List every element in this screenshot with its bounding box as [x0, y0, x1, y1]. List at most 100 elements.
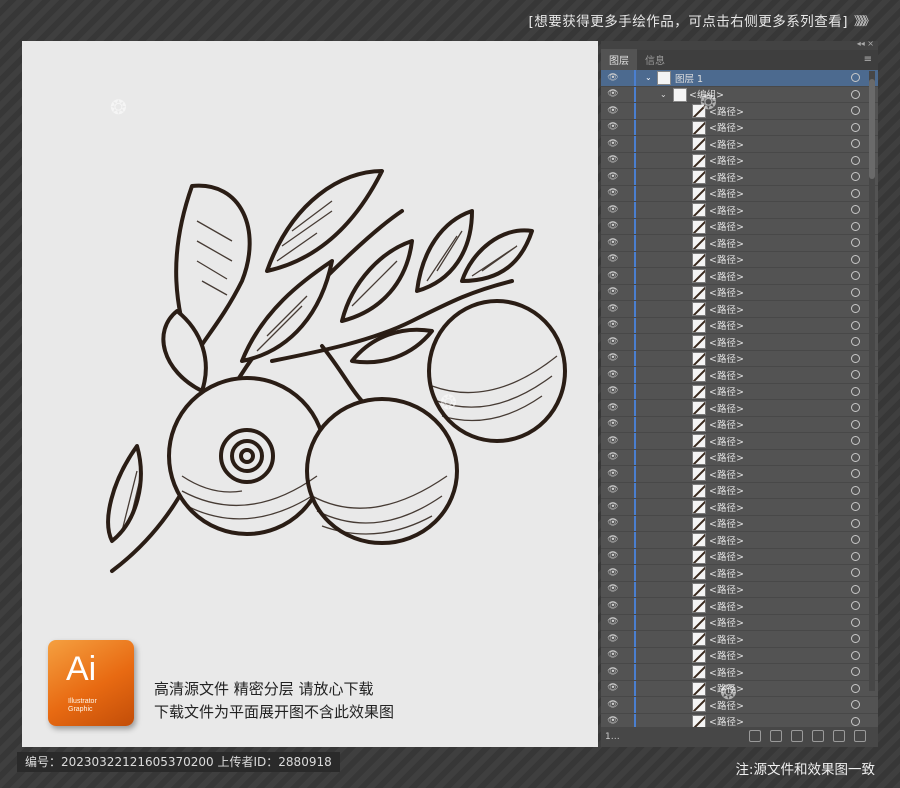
new-sublayer-icon[interactable]	[812, 730, 824, 742]
eye-icon[interactable]: 👁	[606, 139, 620, 149]
eye-icon[interactable]: 👁	[606, 436, 620, 446]
target-icon[interactable]	[851, 700, 860, 710]
path-row[interactable]: 👁 <路径>	[601, 664, 878, 681]
path-row[interactable]: 👁 <路径>	[601, 565, 878, 582]
target-icon[interactable]	[851, 287, 860, 297]
target-icon[interactable]	[851, 535, 860, 545]
target-icon[interactable]	[851, 518, 860, 528]
target-icon[interactable]	[851, 634, 860, 644]
path-row[interactable]: 👁 <路径>	[601, 581, 878, 598]
eye-icon[interactable]: 👁	[606, 287, 620, 297]
eye-icon[interactable]: 👁	[606, 683, 620, 693]
target-icon[interactable]	[851, 502, 860, 512]
target-icon[interactable]	[851, 436, 860, 446]
path-row[interactable]: 👁 <路径>	[601, 383, 878, 400]
chevron-down-icon[interactable]: ⌄	[660, 90, 667, 99]
eye-icon[interactable]: 👁	[606, 535, 620, 545]
new-layer-icon[interactable]	[833, 730, 845, 742]
export-icon[interactable]	[749, 730, 761, 742]
menu-icon[interactable]: ≡	[864, 54, 872, 65]
eye-icon[interactable]: 👁	[606, 254, 620, 264]
target-icon[interactable]	[851, 320, 860, 330]
eye-icon[interactable]: 👁	[606, 172, 620, 182]
scrollbar[interactable]	[869, 71, 875, 691]
target-icon[interactable]	[851, 188, 860, 198]
path-row[interactable]: 👁 <路径>	[601, 449, 878, 466]
path-row[interactable]: 👁 <路径>	[601, 284, 878, 301]
eye-icon[interactable]: 👁	[606, 205, 620, 215]
eye-icon[interactable]: 👁	[606, 419, 620, 429]
path-row[interactable]: 👁 <路径>	[601, 268, 878, 285]
target-icon[interactable]	[851, 221, 860, 231]
eye-icon[interactable]: 👁	[606, 122, 620, 132]
target-icon[interactable]	[851, 584, 860, 594]
path-row[interactable]: 👁 <路径>	[601, 697, 878, 714]
target-icon[interactable]	[851, 370, 860, 380]
path-row[interactable]: 👁 <路径>	[601, 515, 878, 532]
path-row[interactable]: 👁 <路径>	[601, 185, 878, 202]
path-row[interactable]: 👁 <路径>	[601, 334, 878, 351]
target-icon[interactable]	[851, 122, 860, 132]
chevron-down-icon[interactable]: ⌄	[645, 73, 652, 82]
path-row[interactable]: 👁 <路径>	[601, 598, 878, 615]
eye-icon[interactable]: 👁	[606, 551, 620, 561]
eye-icon[interactable]: 👁	[606, 403, 620, 413]
path-row[interactable]: 👁 <路径>	[601, 350, 878, 367]
target-icon[interactable]	[851, 386, 860, 396]
target-icon[interactable]	[851, 139, 860, 149]
tab-layers[interactable]: 图层	[601, 49, 637, 70]
eye-icon[interactable]: 👁	[606, 469, 620, 479]
target-icon[interactable]	[851, 617, 860, 627]
path-row[interactable]: 👁 <路径>	[601, 548, 878, 565]
target-icon[interactable]	[851, 650, 860, 660]
path-row[interactable]: 👁 <路径>	[601, 119, 878, 136]
eye-icon[interactable]: 👁	[606, 370, 620, 380]
target-icon[interactable]	[851, 337, 860, 347]
eye-icon[interactable]: 👁	[606, 601, 620, 611]
path-row[interactable]: 👁 <路径>	[601, 466, 878, 483]
path-row[interactable]: 👁 <路径>	[601, 317, 878, 334]
eye-icon[interactable]: 👁	[606, 518, 620, 528]
trash-icon[interactable]	[854, 730, 866, 742]
eye-icon[interactable]: 👁	[606, 650, 620, 660]
eye-icon[interactable]: 👁	[606, 106, 620, 116]
eye-icon[interactable]: 👁	[606, 89, 620, 99]
group-row[interactable]: 👁 ⌄ <编组>	[601, 86, 878, 103]
path-row[interactable]: 👁 <路径>	[601, 136, 878, 153]
target-icon[interactable]	[851, 551, 860, 561]
target-icon[interactable]	[851, 667, 860, 677]
path-row[interactable]: 👁 <路径>	[601, 499, 878, 516]
path-row[interactable]: 👁 <路径>	[601, 433, 878, 450]
tab-info[interactable]: 信息	[637, 49, 673, 70]
target-icon[interactable]	[851, 419, 860, 429]
eye-icon[interactable]: 👁	[606, 568, 620, 578]
promo-banner[interactable]: [想要获得更多手绘作品，可点击右侧更多系列查看] 》》》》	[528, 10, 875, 31]
clip-mask-icon[interactable]	[791, 730, 803, 742]
path-row[interactable]: 👁 <路径>	[601, 400, 878, 417]
target-icon[interactable]	[851, 238, 860, 248]
path-row[interactable]: 👁 <路径>	[601, 482, 878, 499]
eye-icon[interactable]: 👁	[606, 238, 620, 248]
target-icon[interactable]	[851, 155, 860, 165]
eye-icon[interactable]: 👁	[606, 700, 620, 710]
path-row[interactable]: 👁 <路径>	[601, 218, 878, 235]
eye-icon[interactable]: 👁	[606, 386, 620, 396]
eye-icon[interactable]: 👁	[606, 485, 620, 495]
target-icon[interactable]	[851, 304, 860, 314]
path-row[interactable]: 👁 <路径>	[601, 680, 878, 697]
eye-icon[interactable]: 👁	[606, 617, 620, 627]
target-icon[interactable]	[851, 172, 860, 182]
target-icon[interactable]	[851, 716, 860, 726]
target-icon[interactable]	[851, 353, 860, 363]
target-icon[interactable]	[851, 485, 860, 495]
target-icon[interactable]	[851, 469, 860, 479]
target-icon[interactable]	[851, 271, 860, 281]
eye-icon[interactable]: 👁	[606, 188, 620, 198]
path-row[interactable]: 👁 <路径>	[601, 614, 878, 631]
eye-icon[interactable]: 👁	[606, 221, 620, 231]
target-icon[interactable]	[851, 403, 860, 413]
target-icon[interactable]	[851, 683, 860, 693]
eye-icon[interactable]: 👁	[606, 452, 620, 462]
eye-icon[interactable]: 👁	[606, 320, 620, 330]
target-icon[interactable]	[851, 601, 860, 611]
